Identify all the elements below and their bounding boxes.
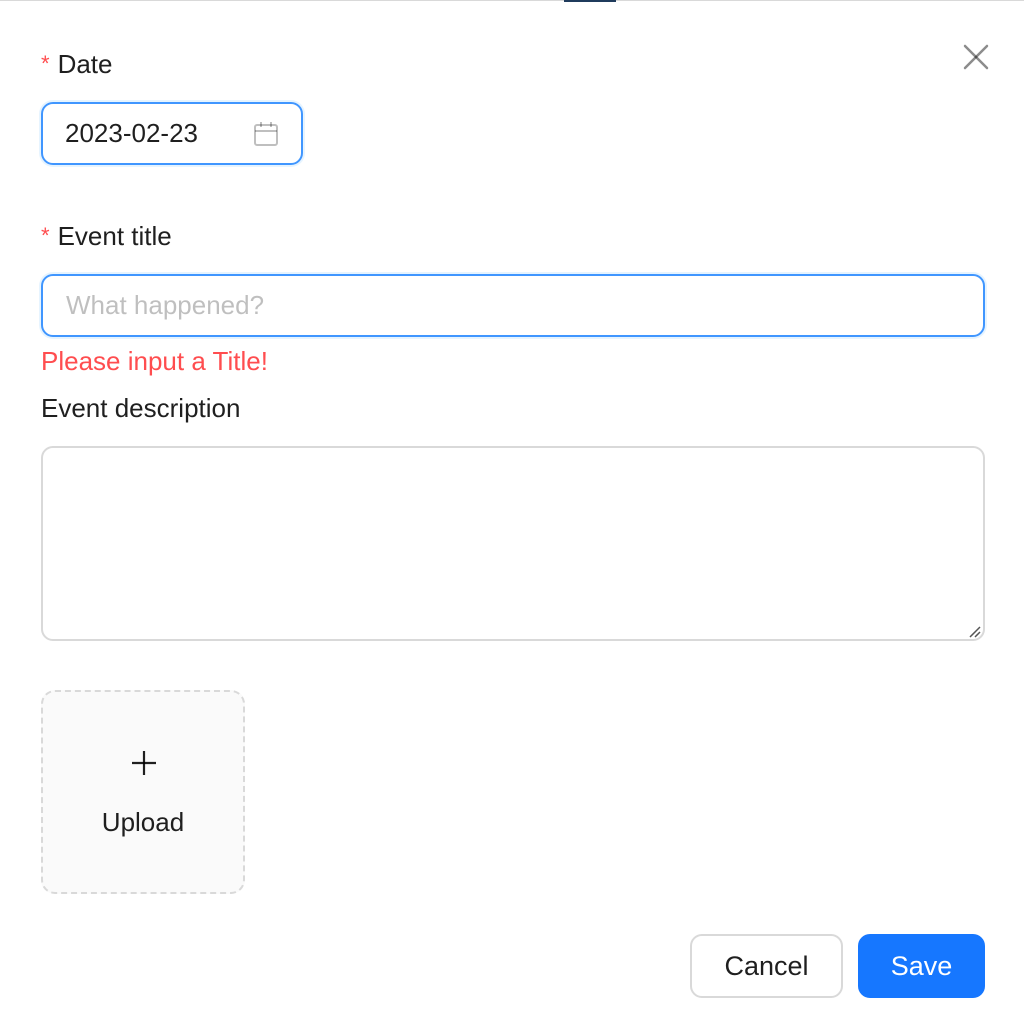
upload-button[interactable]: Upload bbox=[41, 690, 245, 894]
title-error-message: Please input a Title! bbox=[41, 346, 268, 376]
calendar-icon[interactable] bbox=[253, 121, 279, 147]
save-button[interactable]: Save bbox=[858, 934, 985, 998]
date-value: 2023-02-23 bbox=[65, 118, 198, 148]
date-label-text: Date bbox=[57, 49, 113, 79]
event-description-label: Event description bbox=[41, 393, 241, 423]
close-button[interactable] bbox=[956, 37, 996, 77]
date-label: * Date bbox=[41, 48, 112, 82]
close-icon bbox=[963, 44, 989, 70]
event-modal: * Date 2023-02-23 * Event title Please inp… bbox=[0, 0, 1024, 1030]
top-accent-bar bbox=[564, 0, 616, 2]
event-title-input[interactable] bbox=[41, 274, 985, 337]
upload-label: Upload bbox=[101, 807, 185, 837]
plus-icon bbox=[132, 751, 156, 775]
event-title-label: * Event title bbox=[41, 220, 172, 254]
event-title-label-text: Event title bbox=[57, 221, 172, 251]
required-mark: * bbox=[41, 51, 50, 76]
event-description-textarea[interactable] bbox=[41, 446, 985, 641]
required-mark: * bbox=[41, 223, 50, 248]
cancel-button[interactable]: Cancel bbox=[690, 934, 843, 998]
resize-grip-icon[interactable] bbox=[966, 623, 982, 639]
date-picker-input[interactable]: 2023-02-23 bbox=[41, 102, 303, 165]
